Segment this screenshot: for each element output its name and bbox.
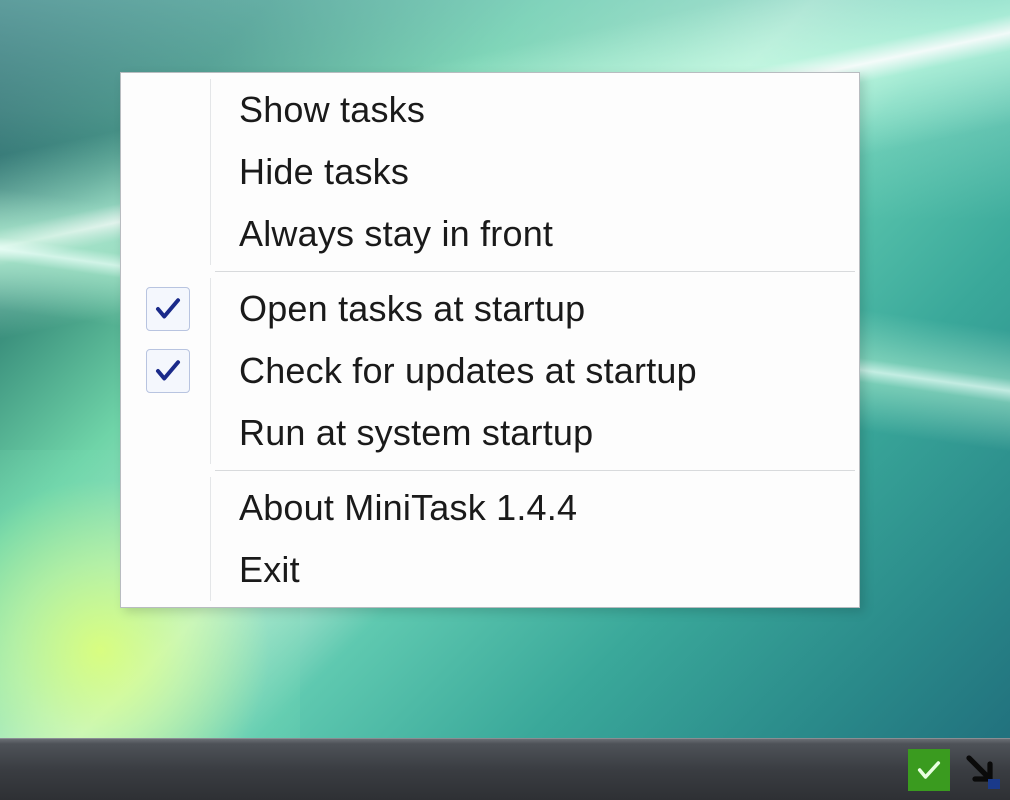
tray-notification-dot	[988, 779, 1000, 789]
menu-item-about[interactable]: About MiniTask 1.4.4	[125, 477, 855, 539]
menu-item-always-front[interactable]: Always stay in front	[125, 203, 855, 265]
menu-label: Open tasks at startup	[211, 288, 585, 330]
menu-label: Always stay in front	[211, 213, 553, 255]
menu-item-hide-tasks[interactable]: Hide tasks	[125, 141, 855, 203]
menu-separator	[215, 470, 855, 471]
menu-item-exit[interactable]: Exit	[125, 539, 855, 601]
menu-icon-gutter	[125, 402, 211, 464]
context-menu: Show tasks Hide tasks Always stay in fro…	[120, 72, 860, 608]
menu-item-show-tasks[interactable]: Show tasks	[125, 79, 855, 141]
menu-label: Run at system startup	[211, 412, 593, 454]
menu-icon-gutter	[125, 203, 211, 265]
menu-icon-gutter	[125, 477, 211, 539]
checkmark-icon	[146, 349, 190, 393]
menu-icon-gutter	[125, 141, 211, 203]
menu-separator	[215, 271, 855, 272]
tray-icon-checkmark[interactable]	[908, 749, 950, 791]
menu-label: About MiniTask 1.4.4	[211, 487, 577, 529]
menu-icon-gutter	[125, 79, 211, 141]
menu-item-open-startup[interactable]: Open tasks at startup	[125, 278, 855, 340]
menu-label: Hide tasks	[211, 151, 409, 193]
taskbar	[0, 738, 1010, 800]
checkmark-icon	[146, 287, 190, 331]
tray-icon-arrow[interactable]	[960, 749, 1002, 791]
menu-icon-gutter	[125, 539, 211, 601]
menu-icon-gutter	[125, 340, 211, 402]
menu-item-run-system[interactable]: Run at system startup	[125, 402, 855, 464]
menu-icon-gutter	[125, 278, 211, 340]
menu-label: Show tasks	[211, 89, 425, 131]
menu-item-check-updates[interactable]: Check for updates at startup	[125, 340, 855, 402]
menu-label: Exit	[211, 549, 300, 591]
menu-label: Check for updates at startup	[211, 350, 697, 392]
